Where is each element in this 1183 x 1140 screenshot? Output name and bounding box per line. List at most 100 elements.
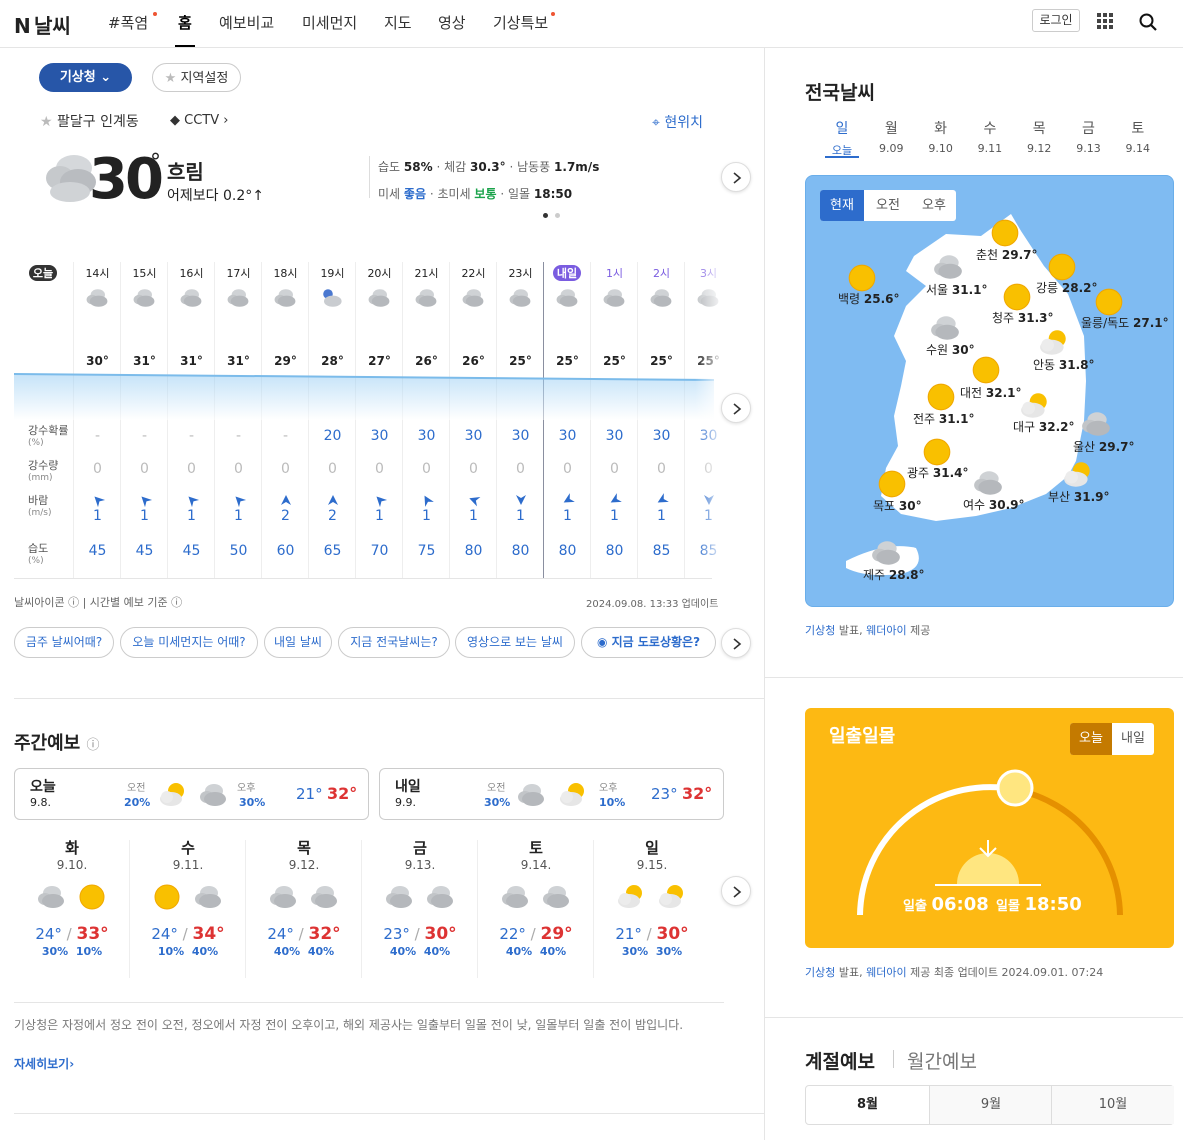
nav-heatwave[interactable]: #폭염: [108, 12, 148, 33]
city-label[interactable]: 제주 28.8°: [863, 566, 925, 583]
summary-next-button[interactable]: [721, 162, 751, 192]
rain-amount-value: 0: [375, 461, 384, 477]
provider-select-button[interactable]: 기상청 ⌄: [39, 63, 132, 92]
tab-monthly-forecast[interactable]: 월간예보: [907, 1047, 977, 1074]
seg-am[interactable]: 오전: [866, 190, 910, 221]
weekly-day-column[interactable]: 금 9.13. 23° / 30° 40% 40%: [362, 835, 478, 978]
weekday-precip: 40% 40%: [389, 945, 451, 958]
apps-grid-icon[interactable]: [1097, 13, 1113, 29]
time-segment-control: 현재 오전 오후: [820, 190, 956, 221]
quick-weekly-weather[interactable]: 금주 날씨어때?: [14, 627, 114, 658]
day-tab[interactable]: 목 9.12: [1019, 118, 1059, 155]
seg-now[interactable]: 현재: [820, 190, 864, 221]
current-position-button[interactable]: ⌖ 현위치: [652, 112, 703, 132]
weekly-next-button[interactable]: [721, 876, 751, 906]
city-label[interactable]: 서울 31.1°: [926, 281, 988, 298]
city-label[interactable]: 백령 25.6°: [838, 290, 900, 307]
hourly-next-button[interactable]: [721, 393, 751, 423]
search-icon[interactable]: [1139, 13, 1157, 31]
city-label[interactable]: 울릉/독도 27.1°: [1081, 314, 1169, 331]
city-label[interactable]: 울산 29.7°: [1073, 438, 1135, 455]
city-label[interactable]: 대전 32.1°: [960, 384, 1022, 401]
section-divider: [765, 677, 1183, 678]
hour-label: 17시: [226, 267, 251, 280]
tab-seasonal-forecast[interactable]: 계절예보: [805, 1047, 875, 1074]
sun-day-toggle: 오늘 내일: [1070, 723, 1154, 755]
sun-today-tab[interactable]: 오늘: [1070, 723, 1112, 755]
day-tab[interactable]: 화 9.10: [921, 118, 961, 155]
weekly-day-column[interactable]: 토 9.14. 22° / 29° 40% 40%: [478, 835, 594, 978]
month-tabs: 8월 9월 10월: [805, 1085, 1174, 1125]
weekly-day-column[interactable]: 일 9.15. 21° / 30° 30% 30%: [594, 835, 710, 978]
weekly-day-column[interactable]: 수 9.11. 24° / 34° 10% 40%: [130, 835, 246, 978]
day-tab[interactable]: 금 9.13: [1069, 118, 1109, 155]
cloud-icon: [415, 289, 437, 307]
day-tab[interactable]: 토 9.14: [1118, 118, 1158, 155]
nav-home[interactable]: 홈: [178, 12, 192, 33]
day-tab[interactable]: 월 9.09: [871, 118, 911, 155]
quick-national-now[interactable]: 지금 전국날씨는?: [338, 627, 450, 658]
humidity-value: 75: [417, 543, 436, 559]
cloud-icon: [133, 289, 155, 307]
cloud-icon: [603, 289, 625, 307]
sun-icon: [991, 219, 1019, 247]
nav-forecast-compare[interactable]: 예보비교: [219, 12, 274, 33]
nav-map[interactable]: 지도: [384, 12, 412, 33]
weekly-day-column[interactable]: 목 9.12. 24° / 32° 40% 40%: [246, 835, 362, 978]
target-icon: ⌖: [652, 115, 660, 131]
location-label[interactable]: ★ 팔달구 인계동: [40, 111, 139, 131]
low-temp: 23°: [651, 785, 678, 803]
quick-today-dust[interactable]: 오늘 미세먼지는 어때?: [120, 627, 258, 658]
month-tab-9[interactable]: 9월: [929, 1086, 1052, 1124]
info-icon[interactable]: ⓘ: [87, 738, 100, 753]
nav-weather-warning[interactable]: 기상특보: [493, 12, 548, 33]
cctv-link[interactable]: ◆ CCTV ›: [170, 113, 228, 128]
month-tab-10[interactable]: 10월: [1051, 1086, 1174, 1124]
weekday-temps: 24° / 33°: [35, 924, 109, 944]
month-tab-8[interactable]: 8월: [806, 1086, 929, 1124]
seg-pm[interactable]: 오후: [912, 190, 956, 221]
city-label[interactable]: 광주 31.4°: [907, 464, 969, 481]
hour-label: 18시: [273, 267, 298, 280]
rain-amount-value: 0: [469, 461, 478, 477]
naver-weather-logo[interactable]: N 날씨: [14, 10, 71, 39]
quick-video-weather[interactable]: 영상으로 보는 날씨: [455, 627, 575, 658]
today-summary-card[interactable]: 오늘 9.8. 오전 20% 오후 30% 21° 32°: [14, 768, 369, 820]
city-label[interactable]: 안동 31.8°: [1033, 356, 1095, 373]
city-label[interactable]: 강릉 28.2°: [1036, 279, 1098, 296]
weekday-temps: 23° / 30°: [383, 924, 457, 944]
login-button[interactable]: 로그인: [1032, 9, 1080, 32]
city-label[interactable]: 목포 30°: [873, 497, 922, 514]
more-details-link[interactable]: 자세히보기›: [14, 1055, 74, 1072]
region-setting-button[interactable]: ★ 지역설정: [152, 63, 241, 92]
city-label[interactable]: 춘천 29.7°: [976, 246, 1038, 263]
cloud-icon: [38, 886, 64, 908]
am-precip: 20%: [124, 796, 151, 809]
page-dot[interactable]: [555, 213, 560, 218]
day-tab[interactable]: 수 9.11: [970, 118, 1010, 155]
city-label[interactable]: 부산 31.9°: [1048, 488, 1110, 505]
chevron-right-icon: [733, 403, 742, 415]
sun-tomorrow-tab[interactable]: 내일: [1112, 723, 1154, 755]
tomorrow-summary-card[interactable]: 내일 9.9. 오전 30% 오후 10% 23° 32°: [379, 768, 724, 820]
quick-road-status[interactable]: ◉ 지금 도로상황은?: [581, 627, 716, 658]
nav-video[interactable]: 영상: [438, 12, 466, 33]
city-label[interactable]: 수원 30°: [926, 341, 975, 358]
row-label-rain-amount: 강수량 (mm): [28, 459, 59, 484]
quick-next-button[interactable]: [721, 628, 751, 658]
day-label: 내일: [395, 779, 421, 795]
hourly-footnote[interactable]: 날씨아이콘 ⓘ | 시간별 예보 기준 ⓘ: [14, 594, 182, 610]
humidity-value: 70: [370, 543, 389, 559]
quick-tomorrow[interactable]: 내일 날씨: [264, 627, 332, 658]
city-label[interactable]: 여수 30.9°: [963, 496, 1025, 513]
day-tab[interactable]: 일 오늘: [822, 118, 862, 158]
nav-fine-dust[interactable]: 미세먼지: [302, 12, 357, 33]
current-condition: 흐림: [167, 160, 204, 184]
city-label[interactable]: 청주 31.3°: [992, 309, 1054, 326]
city-label[interactable]: 전주 31.1°: [913, 410, 975, 427]
rain-amount-value: 0: [610, 461, 619, 477]
page-dot-active[interactable]: [543, 213, 548, 218]
section-divider: [765, 1017, 1183, 1018]
weekly-day-column[interactable]: 화 9.10. 24° / 33° 30% 10%: [14, 835, 130, 978]
city-label[interactable]: 대구 32.2°: [1013, 418, 1075, 435]
